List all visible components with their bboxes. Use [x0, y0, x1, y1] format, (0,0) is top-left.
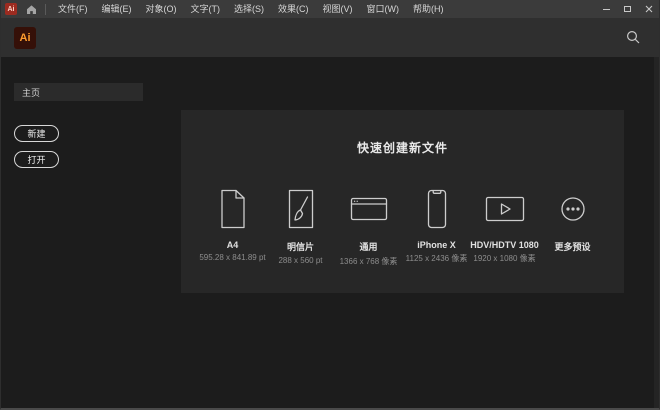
- preset-dimensions: 595.28 x 841.89 pt: [199, 253, 266, 262]
- panel-title: 快速创建新文件: [356, 141, 448, 155]
- menu-effect[interactable]: 效果(C): [271, 0, 316, 18]
- home-screen-header: Ai: [1, 18, 659, 57]
- menu-bar: 文件(F) 编辑(E) 对象(O) 文字(T) 选择(S) 效果(C) 视图(V…: [51, 0, 451, 18]
- illustrator-logo: Ai: [14, 27, 36, 49]
- preset-name: iPhone X: [417, 240, 456, 250]
- postcard-brush-icon: [288, 186, 314, 232]
- menu-type[interactable]: 文字(T): [184, 0, 228, 18]
- video-play-icon: [485, 186, 525, 232]
- window-controls: [596, 0, 659, 18]
- phone-icon: [427, 186, 447, 232]
- menu-file[interactable]: 文件(F): [51, 0, 95, 18]
- preset-card-iphone-x[interactable]: iPhone X 1125 x 2436 像素: [406, 186, 468, 267]
- preset-cards: A4 595.28 x 841.89 pt 明信片 288 x 560 pt 通…: [181, 186, 624, 267]
- menu-window[interactable]: 窗口(W): [360, 0, 407, 18]
- close-button[interactable]: [638, 0, 659, 18]
- illustrator-home-window: Ai 文件(F) 编辑(E) 对象(O) 文字(T) 选择(S) 效果(C) 视…: [0, 0, 660, 410]
- preset-name: A4: [226, 240, 239, 250]
- preset-name: 通用: [359, 242, 378, 252]
- maximize-button[interactable]: [617, 0, 638, 18]
- tab-home[interactable]: 主页: [14, 83, 143, 101]
- preset-name: 更多预设: [554, 242, 591, 252]
- open-button[interactable]: 打开: [14, 151, 59, 168]
- home-screen-content: 主页 新建 打开 快速创建新文件 A4 595.28 x 841.89 pt 明…: [1, 57, 659, 408]
- menu-help[interactable]: 帮助(H): [406, 0, 451, 18]
- menu-select[interactable]: 选择(S): [227, 0, 271, 18]
- menu-edit[interactable]: 编辑(E): [95, 0, 139, 18]
- home-icon[interactable]: [26, 4, 37, 15]
- minimize-button[interactable]: [596, 0, 617, 18]
- preset-name: 明信片: [286, 242, 314, 252]
- minimize-icon: [603, 8, 610, 10]
- more-ellipsis-icon: [560, 186, 586, 232]
- preset-card-a4[interactable]: A4 595.28 x 841.89 pt: [199, 186, 266, 267]
- scrollbar-track[interactable]: [654, 57, 659, 408]
- preset-dimensions: 1920 x 1080 像素: [473, 254, 536, 263]
- preset-card-postcard[interactable]: 明信片 288 x 560 pt: [270, 186, 332, 267]
- menu-view[interactable]: 视图(V): [316, 0, 360, 18]
- menu-separator: [45, 3, 46, 15]
- preset-dimensions: 1125 x 2436 像素: [405, 254, 468, 263]
- preset-card-more[interactable]: 更多预设: [542, 186, 604, 267]
- preset-name: HDV/HDTV 1080: [470, 240, 539, 250]
- search-icon[interactable]: [626, 30, 640, 44]
- preset-card-hdtv[interactable]: HDV/HDTV 1080 1920 x 1080 像素: [470, 186, 539, 267]
- title-menu-bar: Ai 文件(F) 编辑(E) 对象(O) 文字(T) 选择(S) 效果(C) 视…: [1, 0, 659, 18]
- close-icon: [645, 5, 652, 13]
- preset-dimensions: 288 x 560 pt: [278, 256, 323, 265]
- preset-dimensions: 1366 x 768 像素: [339, 257, 398, 266]
- quick-create-panel: 快速创建新文件 A4 595.28 x 841.89 pt 明信片 288 x …: [181, 110, 624, 293]
- document-icon: [220, 186, 246, 232]
- browser-window-icon: [350, 186, 388, 232]
- maximize-icon: [624, 6, 631, 12]
- menu-object[interactable]: 对象(O): [139, 0, 184, 18]
- preset-card-web[interactable]: 通用 1366 x 768 像素: [338, 186, 400, 267]
- new-button[interactable]: 新建: [14, 125, 59, 142]
- app-window-icon: Ai: [5, 3, 17, 15]
